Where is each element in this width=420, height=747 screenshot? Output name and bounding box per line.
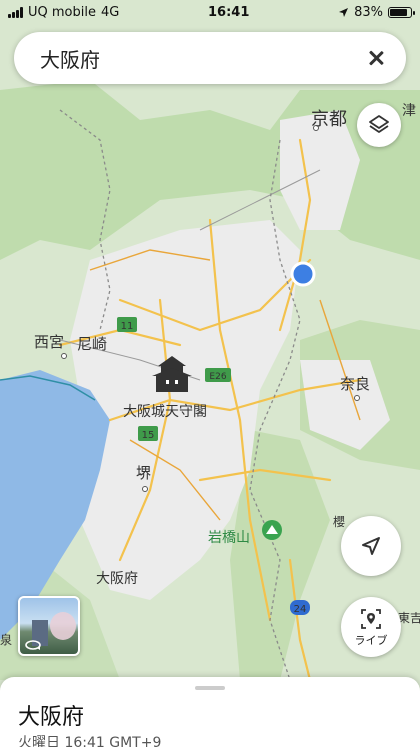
carrier-label: UQ mobile (28, 4, 96, 20)
svg-text:E26: E26 (209, 372, 226, 382)
sheet-drag-handle[interactable] (195, 686, 225, 690)
layers-icon (369, 115, 389, 133)
close-icon[interactable] (364, 46, 388, 70)
mountain-marker-icon (262, 520, 282, 540)
edge-label-right: 東吉 (398, 611, 420, 625)
search-bar[interactable]: 大阪府 (14, 32, 406, 84)
svg-text:15: 15 (142, 430, 155, 441)
city-label-nishinomiya: 西宮 (34, 333, 64, 351)
city-label-amagasaki: 尼崎 (77, 335, 107, 353)
live-view-button[interactable]: ライブ (341, 597, 401, 657)
route-shield-15: 15 (138, 426, 158, 441)
cellular-signal-icon (8, 6, 23, 18)
location-arrow-icon (339, 7, 349, 17)
place-sheet[interactable]: 大阪府 火曜日 16:41 GMT+9 (0, 677, 420, 747)
battery-percent: 83% (354, 4, 383, 20)
city-label-kyoto: 京都 (311, 109, 347, 130)
place-local-time: 火曜日 16:41 GMT+9 (18, 735, 162, 747)
network-label: 4G (100, 4, 120, 20)
edge-label-right-top: 津 (402, 103, 416, 119)
street-view-thumbnail[interactable] (18, 596, 80, 656)
region-label-osaka: 大阪府 (96, 571, 138, 587)
landmark-label-iwahashiyama: 岩橋山 (208, 530, 250, 546)
svg-text:11: 11 (121, 321, 134, 332)
city-label-sakai: 堺 (136, 464, 151, 482)
route-shield-e26: E26 (205, 368, 231, 382)
route-shield-24: 24 (290, 600, 310, 615)
live-view-pin-icon (361, 608, 381, 629)
svg-text:24: 24 (294, 604, 307, 615)
edge-label-sakura: 櫻 (333, 514, 345, 529)
place-title: 大阪府 (18, 705, 85, 730)
current-location-dot (290, 261, 316, 287)
edge-label-left: 泉 (0, 633, 12, 647)
live-view-label: ライブ (354, 633, 388, 647)
search-query[interactable]: 大阪府 (40, 44, 364, 73)
route-shield-11: 11 (117, 317, 137, 332)
battery-icon (387, 6, 415, 18)
layers-button[interactable] (357, 103, 401, 147)
landmark-label-castle: 大阪城天守閣 (123, 404, 207, 420)
city-label-nara: 奈良 (340, 375, 370, 393)
status-bar: UQ mobile 4G 16:41 83% (0, 0, 420, 24)
navigate-button[interactable] (341, 516, 401, 576)
navigation-arrow-icon (362, 537, 380, 555)
rotate-360-icon (25, 640, 41, 650)
clock: 16:41 (208, 4, 250, 20)
